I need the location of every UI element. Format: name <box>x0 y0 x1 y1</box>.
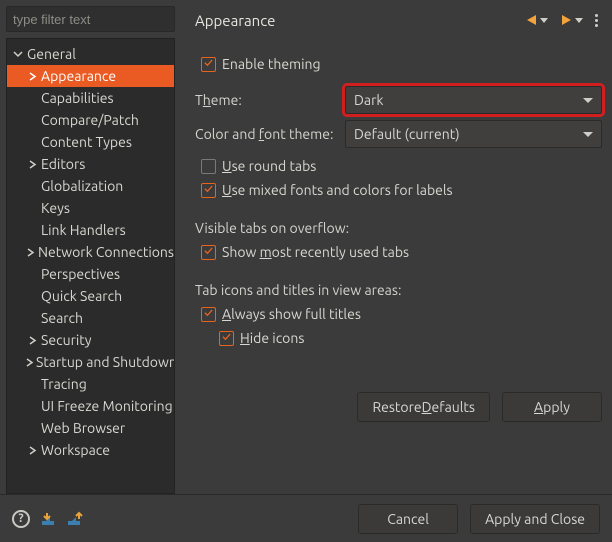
tree-item-label: Tracing <box>39 376 87 392</box>
always-show-full-titles-checkbox[interactable]: Always show full titles <box>195 302 602 326</box>
chevron-down-icon <box>583 98 593 103</box>
chevron-right-icon <box>25 72 39 81</box>
tree-item[interactable]: Keys <box>7 197 174 219</box>
hide-icons-checkbox[interactable]: Hide icons <box>195 326 602 350</box>
tree-item-label: Security <box>39 332 92 348</box>
tree-item-label: Web Browser <box>39 420 125 436</box>
tree-item[interactable]: Quick Search <box>7 285 174 307</box>
tree-item-label: Editors <box>39 156 85 172</box>
apply-and-close-button[interactable]: Apply and Close <box>470 504 600 534</box>
color-font-theme-label: Color and font theme: <box>195 126 345 142</box>
menu-icon[interactable] <box>591 14 602 27</box>
chevron-right-icon <box>25 358 34 367</box>
use-mixed-fonts-checkbox[interactable]: Use mixed fonts and colors for labels <box>195 178 602 202</box>
checkbox-icon <box>201 245 216 260</box>
tree-item[interactable]: Workspace <box>7 439 174 461</box>
tab-icons-title: Tab icons and titles in view areas: <box>195 282 602 298</box>
tree-item[interactable]: Content Types <box>7 131 174 153</box>
chevron-right-icon <box>25 446 39 455</box>
visible-tabs-title: Visible tabs on overflow: <box>195 220 602 236</box>
forward-icon[interactable] <box>562 15 571 25</box>
theme-select[interactable]: Dark <box>345 86 602 114</box>
tree-item[interactable]: Editors <box>7 153 174 175</box>
tree-root-general[interactable]: General <box>7 43 174 65</box>
forward-history-icon[interactable] <box>575 18 583 23</box>
tree-item-label: Appearance <box>39 68 116 84</box>
chevron-right-icon <box>25 248 36 257</box>
chevron-down-icon <box>583 132 593 137</box>
tree-item[interactable]: Compare/Patch <box>7 109 174 131</box>
filter-input[interactable] <box>6 6 175 32</box>
tree-item-label: Content Types <box>39 134 132 150</box>
back-icon[interactable] <box>527 15 536 25</box>
use-round-tabs-checkbox[interactable]: Use round tabs <box>195 154 602 178</box>
tree-item-label: Search <box>39 310 83 326</box>
apply-button[interactable]: Apply <box>502 392 602 422</box>
tree-item[interactable]: Web Browser <box>7 417 174 439</box>
checkbox-icon <box>201 183 216 198</box>
help-icon[interactable]: ? <box>12 510 30 528</box>
page-title: Appearance <box>195 12 527 29</box>
import-icon[interactable] <box>40 511 60 527</box>
tree-item[interactable]: Search <box>7 307 174 329</box>
tree-item[interactable]: Security <box>7 329 174 351</box>
export-icon[interactable] <box>66 511 86 527</box>
tree-item[interactable]: Startup and Shutdown <box>7 351 174 373</box>
tree-item-label: Startup and Shutdown <box>34 354 175 370</box>
tree-item[interactable]: Link Handlers <box>7 219 174 241</box>
tree-item[interactable]: Perspectives <box>7 263 174 285</box>
show-most-recent-checkbox[interactable]: Show most recently used tabs <box>195 240 602 264</box>
chevron-down-icon <box>11 49 25 59</box>
theme-label: Theme: <box>195 92 345 108</box>
back-history-icon[interactable] <box>540 18 548 23</box>
tree-item[interactable]: UI Freeze Monitoring <box>7 395 174 417</box>
enable-theming-checkbox[interactable]: Enable theming <box>195 52 602 76</box>
tree-item-label: Globalization <box>39 178 123 194</box>
tree-item-label: Network Connections <box>36 244 174 260</box>
tree-item-label: Link Handlers <box>39 222 126 238</box>
cancel-button[interactable]: Cancel <box>358 504 458 534</box>
chevron-right-icon <box>25 336 39 345</box>
preference-tree[interactable]: General Appearance Capabilities Compare/Pa… <box>6 38 175 494</box>
tree-item[interactable]: Tracing <box>7 373 174 395</box>
tree-item-label: Capabilities <box>39 90 114 106</box>
restore-defaults-button[interactable]: Restore Defaults <box>357 392 490 422</box>
tree-item[interactable]: Globalization <box>7 175 174 197</box>
tree-item-label: Quick Search <box>39 288 122 304</box>
tree-item[interactable]: Network Connections <box>7 241 174 263</box>
chevron-right-icon <box>25 160 39 169</box>
tree-item-label: UI Freeze Monitoring <box>39 398 173 414</box>
checkbox-icon <box>201 159 216 174</box>
checkbox-icon <box>201 307 216 322</box>
tree-item-label: Compare/Patch <box>39 112 139 128</box>
checkbox-icon <box>219 331 234 346</box>
tree-item[interactable]: Capabilities <box>7 87 174 109</box>
checkbox-icon <box>201 57 216 72</box>
tree-item[interactable]: Appearance <box>7 65 174 87</box>
tree-item-label: Workspace <box>39 442 110 458</box>
tree-item-label: Keys <box>39 200 70 216</box>
tree-item-label: Perspectives <box>39 266 120 282</box>
color-font-theme-select[interactable]: Default (current) <box>345 120 602 148</box>
